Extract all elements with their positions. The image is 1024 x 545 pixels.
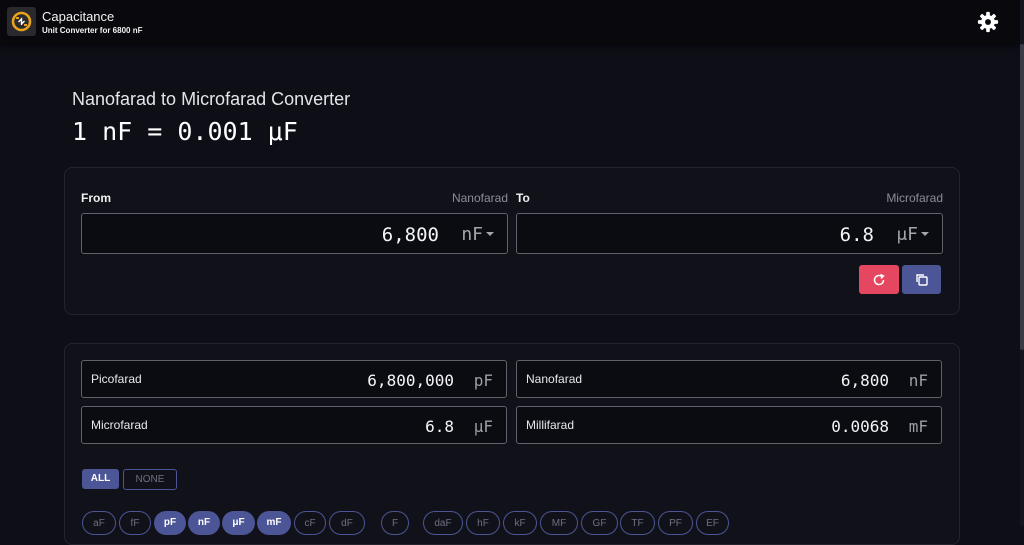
unit-chip[interactable]: kF [503, 511, 537, 535]
page-title: Nanofarad to Microfarad Converter [72, 89, 351, 109]
select-none-button[interactable]: NONE [123, 469, 177, 490]
gear-icon[interactable] [977, 11, 999, 33]
result-name: Nanofarad [526, 372, 583, 386]
result-value[interactable]: 6.8 [425, 417, 454, 436]
unit-chip[interactable]: GF [581, 511, 618, 535]
result-field-nanofarad[interactable]: Nanofarad 6,800 nF [516, 360, 942, 398]
conversion-formula: 1 nF = 0.001 μF [72, 117, 298, 146]
copy-icon [916, 274, 928, 286]
chevron-down-icon[interactable] [921, 232, 929, 236]
chevron-down-icon[interactable] [486, 232, 494, 236]
result-field-millifarad[interactable]: Millifarad 0.0068 mF [516, 406, 942, 444]
from-value[interactable]: 6,800 [382, 224, 439, 246]
to-value-input[interactable]: 6.8 μF [516, 213, 943, 254]
app-title: Capacitance [42, 9, 115, 24]
unit-chip[interactable]: PF [658, 511, 693, 535]
scrollbar[interactable] [1020, 0, 1024, 526]
result-name: Microfarad [91, 418, 148, 432]
to-unit-name: Microfarad [886, 191, 943, 205]
unit-chip[interactable]: nF [188, 511, 220, 535]
to-label: To [516, 191, 530, 205]
result-value[interactable]: 0.0068 [831, 417, 889, 436]
reset-button[interactable] [859, 265, 899, 294]
from-unit-select[interactable]: nF [461, 224, 483, 245]
to-value[interactable]: 6.8 [840, 224, 874, 246]
result-unit: nF [908, 371, 928, 390]
result-unit: mF [908, 417, 928, 436]
result-field-microfarad[interactable]: Microfarad 6.8 μF [81, 406, 507, 444]
app-subtitle: Unit Converter for 6800 nF [42, 26, 143, 35]
scrollbar-thumb[interactable] [1020, 44, 1024, 350]
unit-chip[interactable]: mF [257, 511, 291, 535]
from-unit-name: Nanofarad [451, 191, 508, 205]
unit-chip[interactable]: dF [329, 511, 365, 535]
unit-chip[interactable]: F [381, 511, 409, 535]
app-logo-icon[interactable] [7, 7, 36, 36]
unit-chip[interactable]: μF [222, 511, 255, 535]
top-bar: Capacitance Unit Converter for 6800 nF [0, 0, 1020, 44]
unit-chip[interactable]: TF [620, 511, 655, 535]
unit-chip[interactable]: EF [696, 511, 729, 535]
unit-chip[interactable]: hF [466, 511, 500, 535]
unit-chip[interactable]: pF [154, 511, 186, 535]
refresh-icon [873, 273, 885, 286]
copy-button[interactable] [902, 265, 941, 294]
unit-chip[interactable]: cF [294, 511, 326, 535]
result-value[interactable]: 6,800 [841, 371, 889, 390]
result-name: Picofarad [91, 372, 142, 386]
result-unit: μF [473, 417, 493, 436]
unit-chip[interactable]: daF [423, 511, 463, 535]
unit-chip[interactable]: MF [540, 511, 578, 535]
from-label: From [81, 191, 111, 205]
unit-chip[interactable]: fF [119, 511, 151, 535]
result-value[interactable]: 6,800,000 [367, 371, 454, 390]
from-value-input[interactable]: 6,800 nF [81, 213, 508, 254]
result-name: Millifarad [526, 418, 575, 432]
result-unit: pF [473, 371, 493, 390]
to-unit-select[interactable]: μF [896, 224, 918, 245]
select-all-button[interactable]: ALL [82, 469, 119, 489]
unit-chip[interactable]: aF [82, 511, 116, 535]
result-field-picofarad[interactable]: Picofarad 6,800,000 pF [81, 360, 507, 398]
